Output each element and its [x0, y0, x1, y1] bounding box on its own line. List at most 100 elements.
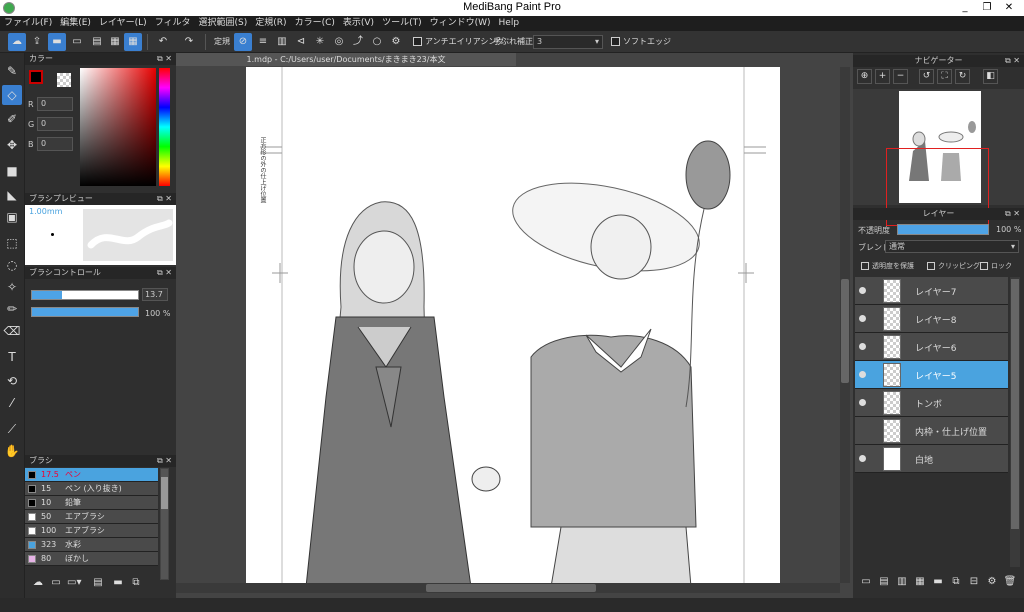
concentric-ruler-icon[interactable]: ◎ [330, 33, 348, 51]
select-eraser-icon[interactable]: ⌫ [2, 321, 22, 341]
zoom-fit-icon[interactable]: ⊕ [857, 69, 872, 84]
visibility-eye-icon[interactable] [859, 315, 866, 322]
visibility-eye-icon[interactable] [859, 371, 866, 378]
cloud-icon[interactable]: ☁ [8, 33, 26, 51]
eraser-tool-icon[interactable]: ◇ [2, 85, 22, 105]
menu-tool[interactable]: ツール(T) [378, 16, 426, 31]
layer-list-scrollbar[interactable] [1010, 277, 1020, 567]
panel-controls-icon[interactable]: ⧉ ✕ [1005, 208, 1020, 220]
layer-row[interactable]: 白地 [855, 445, 1008, 473]
panel-controls-icon[interactable]: ⧉ ✕ [1005, 55, 1020, 67]
menu-window[interactable]: ウィンドウ(W) [426, 16, 495, 31]
visibility-eye-icon[interactable] [859, 455, 866, 462]
antialias-checkbox[interactable] [413, 37, 422, 46]
radial-ruler-icon[interactable]: ✳ [311, 33, 329, 51]
new-halftone-layer-icon[interactable]: ▤ [877, 576, 891, 590]
clipping-checkbox[interactable] [927, 262, 935, 270]
trash-icon[interactable]: 🗑 [1003, 576, 1017, 590]
bucket-tool-icon[interactable]: ◣ [2, 185, 22, 205]
curve-ruler-icon[interactable]: ⤴ [349, 33, 367, 51]
pen-tool-icon[interactable]: ✎ [2, 61, 22, 81]
visibility-eye-icon[interactable] [859, 343, 866, 350]
panel-controls-icon[interactable]: ⧉ ✕ [157, 267, 172, 279]
menu-view[interactable]: 表示(V) [339, 16, 378, 31]
brush-list-item[interactable]: 15 ペン (入り抜き) [25, 482, 158, 496]
stabilizer-select[interactable]: 3 ▾ [533, 35, 603, 49]
menu-select[interactable]: 選択範囲(S) [195, 16, 252, 31]
hand-tool-icon[interactable]: ✋ [2, 441, 22, 461]
grid-icon[interactable]: ▦ [124, 33, 142, 51]
perspective-ruler-icon[interactable]: ⊲ [292, 33, 310, 51]
circle-ruler-icon[interactable]: ○ [368, 33, 386, 51]
layer-row[interactable]: レイヤー6 [855, 333, 1008, 361]
scrollbar-thumb[interactable] [426, 584, 596, 592]
layer-row[interactable]: レイヤー8 [855, 305, 1008, 333]
blend-mode-select[interactable]: 通常 ▾ [885, 240, 1019, 253]
copy-brush-icon[interactable]: ⧉ [129, 577, 143, 591]
divide-tool-icon[interactable]: ⁄ [2, 393, 22, 413]
layer-settings-icon[interactable]: ⚙ [985, 576, 999, 590]
panel-controls-icon[interactable]: ⧉ ✕ [157, 53, 172, 65]
add-brush-icon[interactable]: ▭▾ [67, 577, 81, 591]
visibility-eye-icon[interactable] [859, 287, 866, 294]
move-tool-icon[interactable]: ✥ [2, 135, 22, 155]
g-input[interactable]: 0 [37, 117, 73, 131]
grid-ruler-icon[interactable]: ▥ [273, 33, 291, 51]
minimize-button[interactable]: _ [954, 0, 976, 15]
layer-row[interactable]: レイヤー7 [855, 277, 1008, 305]
share-icon[interactable]: ⇪ [28, 33, 46, 51]
scrollbar-thumb[interactable] [161, 477, 168, 509]
ruler-off-icon[interactable]: ⊘ [234, 33, 252, 51]
visibility-eye-icon[interactable] [859, 399, 866, 406]
document-tab[interactable]: 1.mdp - C:/Users/user/Documents/まきまき23/本… [176, 53, 516, 66]
operation-tool-icon[interactable]: ⟲ [2, 371, 22, 391]
duplicate-layer-icon[interactable]: ⧉ [949, 576, 963, 590]
soft-edge-checkbox[interactable] [611, 37, 620, 46]
brush-settings-icon[interactable]: ▤ [91, 577, 105, 591]
brush-list-item[interactable]: 80 ぼかし [25, 552, 158, 566]
menu-layer[interactable]: レイヤー(L) [95, 16, 151, 31]
transparent-color-swatch[interactable] [57, 73, 71, 87]
brush-opacity-slider[interactable] [31, 307, 139, 317]
primary-color-swatch[interactable] [29, 70, 43, 84]
hue-slider[interactable] [159, 68, 170, 186]
folder-icon[interactable]: ▬ [931, 576, 945, 590]
page-icon[interactable]: ▤ [88, 33, 106, 51]
fit-window-icon[interactable]: ⛶ [937, 69, 952, 84]
scrollbar-thumb[interactable] [841, 279, 849, 383]
navigator-view[interactable] [853, 89, 1024, 226]
menu-color[interactable]: カラー(C) [291, 16, 339, 31]
layer-opacity-slider[interactable] [897, 224, 989, 235]
brush-size-value[interactable]: 13.7 [142, 288, 168, 301]
new-brush-icon[interactable]: ▭ [49, 577, 63, 591]
dot-tool-icon[interactable]: ✐ [2, 109, 22, 129]
brush-list-item[interactable]: 17.5 ペン [25, 468, 158, 482]
settings-icon[interactable]: ⚙ [387, 33, 405, 51]
rectangle-tool-icon[interactable]: ■ [2, 161, 22, 181]
new-1bit-layer-icon[interactable]: ▥ [895, 576, 909, 590]
menu-ruler[interactable]: 定規(R) [251, 16, 290, 31]
menu-help[interactable]: Help [495, 16, 524, 31]
merge-down-icon[interactable]: ⊟ [967, 576, 981, 590]
select-rect-icon[interactable]: ⬚ [2, 233, 22, 253]
new-8bit-layer-icon[interactable]: ▦ [913, 576, 927, 590]
cloud-download-icon[interactable]: ☁ [31, 577, 45, 591]
layer-row[interactable]: レイヤー5 [855, 361, 1008, 389]
restore-button[interactable]: ❐ [976, 0, 998, 15]
brush-list-item[interactable]: 10 鉛筆 [25, 496, 158, 510]
new-layer-icon[interactable]: ▭ [859, 576, 873, 590]
canvas-paper[interactable]: 正方形の外の仕上げ位置 [246, 67, 780, 583]
select-pen-icon[interactable]: ✏ [2, 299, 22, 319]
zoom-in-icon[interactable]: + [875, 69, 890, 84]
layer-row[interactable]: トンボ [855, 389, 1008, 417]
close-button[interactable]: ✕ [998, 0, 1020, 15]
menu-filter[interactable]: フィルタ [151, 16, 195, 31]
brush-list-scrollbar[interactable] [160, 468, 169, 580]
folder-icon[interactable]: ▬ [111, 577, 125, 591]
page-list-icon[interactable]: ▦ [106, 33, 124, 51]
scrollbar-thumb[interactable] [1011, 279, 1019, 529]
gradient-tool-icon[interactable]: ▣ [2, 207, 22, 227]
menu-edit[interactable]: 編集(E) [56, 16, 95, 31]
canvas-horizontal-scrollbar[interactable] [176, 583, 840, 593]
flip-horizontal-icon[interactable]: ◧ [983, 69, 998, 84]
